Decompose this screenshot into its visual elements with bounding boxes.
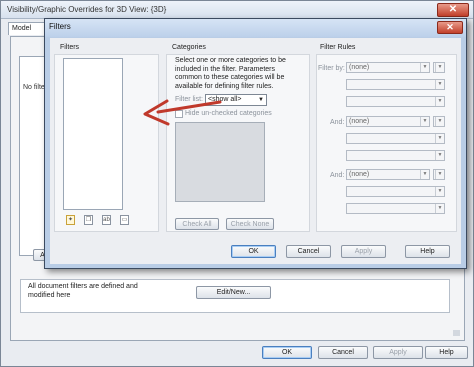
chevron-down-icon: ▼ [435,117,444,126]
filter-rules-header: Filter Rules [320,44,356,51]
ok-button[interactable]: OK [262,346,312,359]
categories-description: Select one or more categories to be incl… [175,57,286,90]
edit-new-button[interactable]: Edit/New... [196,286,271,299]
delete-filter-icon[interactable]: ▭ [120,215,129,225]
check-all-button[interactable]: Check All [175,218,219,230]
filter-by-value: (none) [349,64,370,71]
chevron-down-icon: ▼ [420,170,429,179]
filter-by-select[interactable]: (none) ▼ [346,62,430,73]
filter-list-select[interactable]: <show all> ▼ [205,94,267,106]
close-button[interactable]: ✕ [437,21,463,34]
help-button[interactable]: Help [405,245,450,258]
and-value-2: (none) [349,171,370,178]
close-button[interactable]: ✕ [437,3,469,17]
value-select-3[interactable]: ▼ [346,203,445,214]
dialog-title: Filters [45,19,466,37]
chevron-down-icon: ▼ [435,97,444,106]
filter-list-value: <show all> [208,96,242,103]
chevron-down-icon: ▼ [435,204,444,213]
no-filters-text: No filte [23,84,45,91]
chevron-down-icon: ▼ [435,170,444,179]
chevron-down-icon: ▼ [435,63,444,72]
categories-header: Categories [172,44,206,51]
value-select-2[interactable]: ▼ [346,150,445,161]
value-select-1[interactable]: ▼ [346,96,445,107]
and-label-2: And: [330,172,345,179]
rename-filter-icon[interactable]: ab [102,215,111,225]
operator-select-1[interactable]: ▼ [346,79,445,90]
chevron-down-icon: ▼ [420,117,429,126]
filters-header: Filters [60,44,80,51]
cancel-button[interactable]: Cancel [318,346,368,359]
tab-model-categories[interactable]: Model Cate [8,22,48,44]
chevron-down-icon: ▼ [435,80,444,89]
operator-select-3[interactable]: ▼ [346,186,445,197]
apply-button[interactable]: Apply [341,245,386,258]
categories-list[interactable] [175,122,265,202]
filters-list[interactable] [63,58,123,210]
and-value-1: (none) [349,118,370,125]
operator-select-2[interactable]: ▼ [346,133,445,144]
ok-button[interactable]: OK [231,245,276,258]
help-button[interactable]: Help [425,346,468,359]
chevron-down-icon: ▼ [258,97,264,103]
window-title: Visibility/Graphic Overrides for 3D View… [1,1,473,19]
filter-list-label: Filter list: [175,96,203,103]
scroll-down-icon[interactable] [453,330,460,336]
filter-by-label: Filter by: [318,65,345,72]
hide-unchecked-checkbox[interactable] [175,110,183,118]
and-extra-1[interactable]: ▼ [433,116,445,127]
cancel-button[interactable]: Cancel [286,245,331,258]
apply-button[interactable]: Apply [373,346,423,359]
chevron-down-icon: ▼ [435,134,444,143]
duplicate-filter-icon[interactable]: ❐ [84,215,93,225]
and-extra-2[interactable]: ▼ [433,169,445,180]
check-none-button[interactable]: Check None [226,218,274,230]
info-text: All document filters are defined and mod… [28,283,138,299]
chevron-down-icon: ▼ [435,151,444,160]
chevron-down-icon: ▼ [420,63,429,72]
and-label-1: And: [330,119,345,126]
new-filter-icon[interactable]: ✦ [66,215,75,225]
and-select-1[interactable]: (none) ▼ [346,116,430,127]
and-select-2[interactable]: (none) ▼ [346,169,430,180]
chevron-down-icon: ▼ [435,187,444,196]
filter-by-extra[interactable]: ▼ [433,62,445,73]
hide-unchecked-label: Hide un-checked categories [185,110,272,117]
